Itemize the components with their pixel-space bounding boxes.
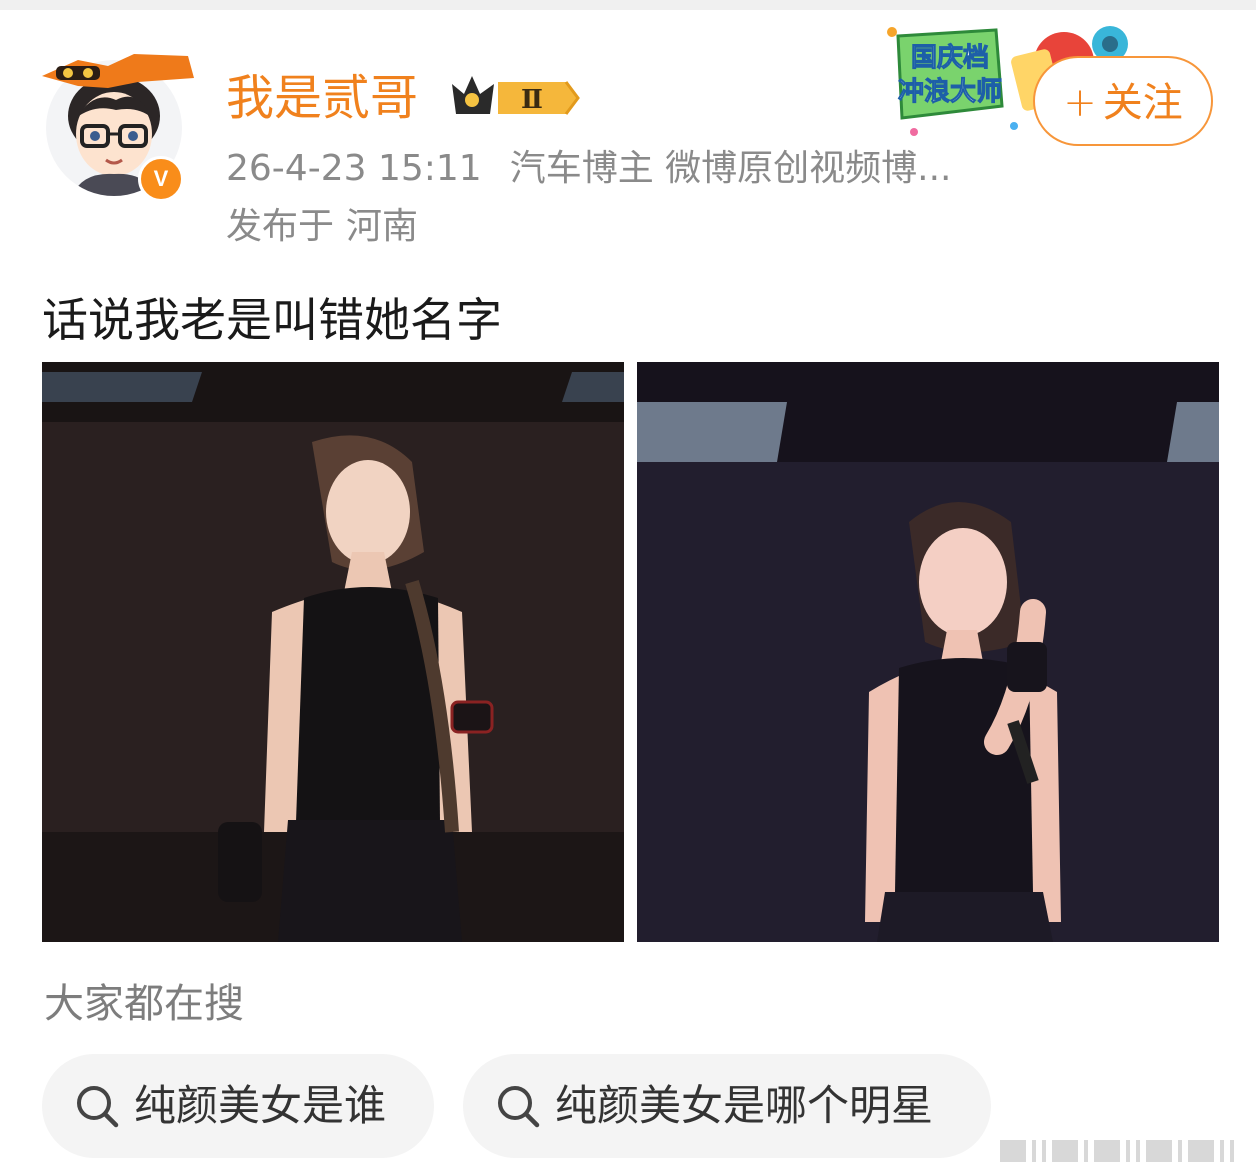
search-suggestion-label: 纯颜美女是哪个明星	[555, 1081, 934, 1130]
post-location: 发布于 河南	[226, 204, 418, 250]
avatar-frame-banner	[42, 54, 194, 88]
vip-level-label: Ⅱ	[521, 85, 543, 115]
search-icon	[77, 1086, 119, 1128]
verified-badge-icon: V	[138, 156, 184, 202]
top-divider	[0, 0, 1256, 10]
plus-icon: +	[1063, 80, 1097, 126]
author-avatar-group[interactable]: V	[38, 40, 198, 202]
follow-button[interactable]: + 关注	[1033, 56, 1213, 146]
post-photo-2[interactable]	[637, 362, 1219, 942]
location-place: 河南	[346, 206, 419, 247]
post-photo-1[interactable]	[42, 362, 624, 942]
search-suggestions-heading: 大家都在搜	[44, 981, 244, 1027]
holiday-badge-line2: 冲浪大师	[898, 76, 1002, 107]
post-meta: 26-4-23 15:11 汽车博主 微博原创视频博...	[226, 146, 951, 192]
crown-icon[interactable]: Ⅱ	[448, 70, 582, 122]
author-tags[interactable]: 汽车博主 微博原创视频博...	[510, 148, 952, 189]
follow-label: 关注	[1102, 80, 1183, 126]
watermark-bars	[1000, 1140, 1234, 1162]
search-suggestion-label: 纯颜美女是谁	[134, 1081, 387, 1130]
location-prefix: 发布于	[226, 206, 335, 247]
post-text: 话说我老是叫错她名字	[42, 293, 502, 347]
search-suggestion-chip[interactable]: 纯颜美女是哪个明星	[463, 1054, 991, 1158]
search-icon	[498, 1086, 540, 1128]
post-timestamp: 26-4-23 15:11	[226, 148, 482, 189]
search-suggestion-chip[interactable]: 纯颜美女是谁	[42, 1054, 434, 1158]
holiday-badge-line1: 国庆档	[911, 42, 989, 73]
author-name[interactable]: 我是贰哥	[226, 68, 418, 128]
